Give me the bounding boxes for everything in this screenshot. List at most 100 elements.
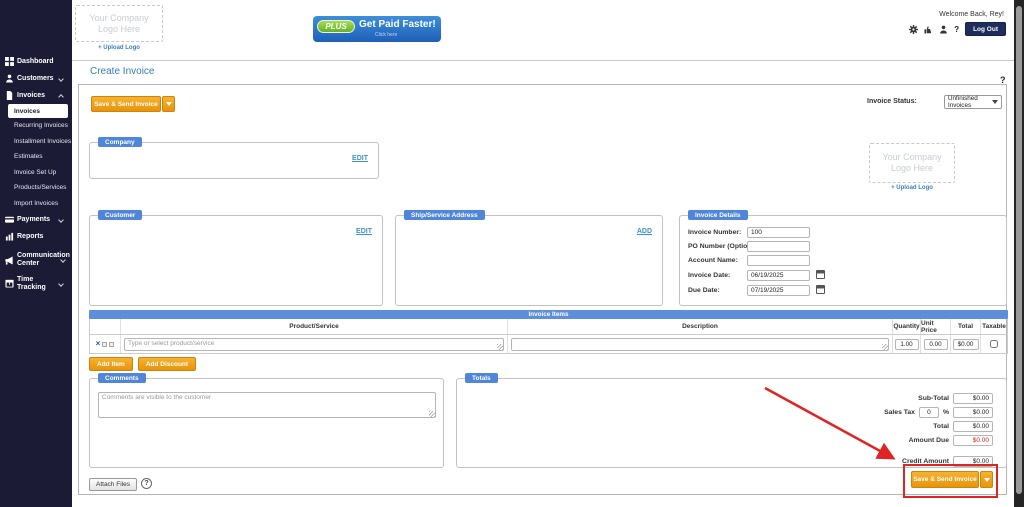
banner-click-here[interactable]: Click here: [375, 32, 397, 38]
calendar-icon[interactable]: [816, 285, 825, 294]
user-icon[interactable]: [939, 25, 948, 34]
invoice-logo-placeholder[interactable]: Your Company Logo Here: [869, 143, 955, 183]
sidebar-item-label: Invoices: [17, 92, 59, 100]
column-header-total: Total: [950, 319, 980, 334]
invoice-status-select[interactable]: Unfinished Invoices: [944, 95, 1002, 109]
invoice-number-input[interactable]: [747, 227, 810, 238]
sidebar-subitem-invoices[interactable]: Invoices: [8, 104, 68, 118]
amount-due-input: [953, 435, 993, 446]
quantity-input[interactable]: [895, 339, 919, 350]
reports-icon: [5, 232, 14, 241]
due-date-input[interactable]: [747, 285, 810, 296]
save-send-dropdown-button[interactable]: [162, 96, 175, 112]
product-service-input[interactable]: [124, 338, 504, 351]
total-input[interactable]: [953, 339, 979, 350]
welcome-message: Welcome Back, Rey!: [939, 11, 1004, 18]
sales-tax-rate-input[interactable]: [919, 407, 939, 418]
subtotal-input: [953, 393, 993, 404]
attach-files-button[interactable]: Attach Files: [89, 478, 137, 491]
scrollbar-thumb[interactable]: [1016, 6, 1022, 494]
upload-logo-link[interactable]: + Upload Logo: [75, 45, 163, 51]
save-send-invoice-button-bottom[interactable]: Save & Send Invoice: [911, 471, 979, 488]
sidebar-item-communication-center[interactable]: Communication Center: [0, 245, 72, 275]
chevron-down-icon: [984, 478, 990, 482]
help-icon[interactable]: ?: [954, 25, 959, 34]
column-header-product-service: Product/Service: [120, 319, 507, 334]
page-title: Create Invoice: [90, 66, 154, 77]
save-send-invoice-button[interactable]: Save & Send Invoice: [91, 96, 161, 112]
customers-icon: [5, 74, 14, 83]
description-input[interactable]: [511, 338, 889, 351]
invoice-status-value: Unfinished Invoices: [948, 95, 992, 109]
sales-tax-row: Sales Tax %: [884, 407, 993, 418]
subtotal-label: Sub-Total: [918, 395, 949, 402]
row-controls: ×: [90, 335, 120, 353]
resize-grip[interactable]: [882, 344, 888, 350]
remove-row-icon[interactable]: ×: [96, 340, 101, 348]
invoice-details-legend: Invoice Details: [688, 210, 748, 220]
product-service-cell: [120, 335, 507, 353]
save-send-dropdown-button-bottom[interactable]: [980, 471, 993, 488]
attach-help-icon[interactable]: ?: [141, 478, 152, 489]
plus-badge: PLUS: [317, 20, 355, 33]
company-legend: Company: [98, 137, 142, 147]
customer-edit-link[interactable]: EDIT: [356, 228, 372, 235]
move-row-down-icon[interactable]: [109, 342, 114, 347]
total-amount-input: [953, 421, 993, 432]
chevron-up-icon: [58, 94, 64, 100]
add-item-button[interactable]: Add Item: [89, 357, 133, 371]
customer-section: Customer EDIT: [89, 215, 383, 306]
invoice-details-section: Invoice Details Invoice Number: PO Numbe…: [679, 215, 1007, 306]
subtotal-row: Sub-Total: [918, 393, 993, 404]
payments-icon: [5, 215, 14, 224]
column-header-description: Description: [507, 319, 892, 334]
logo-placeholder-line2: Logo Here: [891, 163, 933, 174]
company-edit-link[interactable]: EDIT: [352, 155, 368, 162]
po-number-input[interactable]: [747, 241, 810, 252]
get-paid-faster-banner[interactable]: PLUS Get Paid Faster! Click here: [313, 16, 441, 42]
unit-price-input[interactable]: [924, 339, 948, 350]
vertical-scrollbar[interactable]: [1014, 0, 1024, 507]
sidebar-subitem-import-invoices[interactable]: Import Invoices: [0, 196, 72, 212]
gear-icon[interactable]: [909, 25, 918, 34]
dashboard-icon: [5, 57, 14, 66]
ship-address-add-link[interactable]: ADD: [637, 228, 652, 235]
column-header-unit-price: Unit Price: [920, 319, 950, 334]
sidebar-item-time-tracking[interactable]: Time Tracking: [0, 275, 72, 292]
logout-button[interactable]: Log Out: [965, 22, 1006, 36]
logo-placeholder-line1: Your Company: [89, 13, 148, 24]
sidebar-subitem-products-services[interactable]: Products/Services: [0, 180, 72, 196]
thumbs-up-icon[interactable]: [924, 25, 933, 34]
total-row: Total: [933, 421, 993, 432]
sidebar-item-label: Communication Center: [17, 252, 61, 267]
sidebar-subitem-recurring-invoices[interactable]: Recurring Invoices: [0, 118, 72, 134]
add-discount-button[interactable]: Add Discount: [138, 357, 196, 371]
comments-section: Comments: [89, 378, 444, 468]
sidebar-item-label: Payments: [17, 216, 59, 224]
sidebar-item-reports[interactable]: Reports: [0, 228, 72, 245]
sales-tax-label: Sales Tax: [884, 409, 915, 416]
invoice-item-row: ×: [90, 335, 1007, 353]
sidebar-subitem-estimates[interactable]: Estimates: [0, 149, 72, 165]
chevron-down-icon: [992, 100, 998, 104]
company-section: Company EDIT: [89, 142, 379, 179]
resize-grip[interactable]: [497, 344, 503, 350]
column-header-empty: [90, 319, 120, 334]
sidebar-item-customers[interactable]: Customers: [0, 70, 72, 87]
comments-input[interactable]: [98, 392, 436, 418]
sidebar-subitem-installment-invoices[interactable]: Installment Invoices: [0, 134, 72, 150]
calendar-icon[interactable]: [816, 270, 825, 279]
resize-grip[interactable]: [429, 411, 435, 417]
invoice-date-input[interactable]: [747, 270, 810, 281]
taxable-checkbox[interactable]: [990, 340, 998, 348]
sidebar-item-invoices[interactable]: Invoices: [0, 87, 72, 104]
company-logo-placeholder[interactable]: Your Company Logo Here: [75, 5, 163, 42]
sidebar-item-label: Dashboard: [17, 58, 61, 66]
communication-center-icon: [5, 256, 14, 265]
upload-logo-link[interactable]: + Upload Logo: [869, 185, 955, 191]
account-name-input[interactable]: [747, 255, 810, 266]
sidebar-item-payments[interactable]: Payments: [0, 211, 72, 228]
sidebar-item-dashboard[interactable]: Dashboard: [0, 53, 72, 70]
sidebar-subitem-invoice-set-up[interactable]: Invoice Set Up: [0, 165, 72, 181]
move-row-up-icon[interactable]: [102, 342, 107, 347]
